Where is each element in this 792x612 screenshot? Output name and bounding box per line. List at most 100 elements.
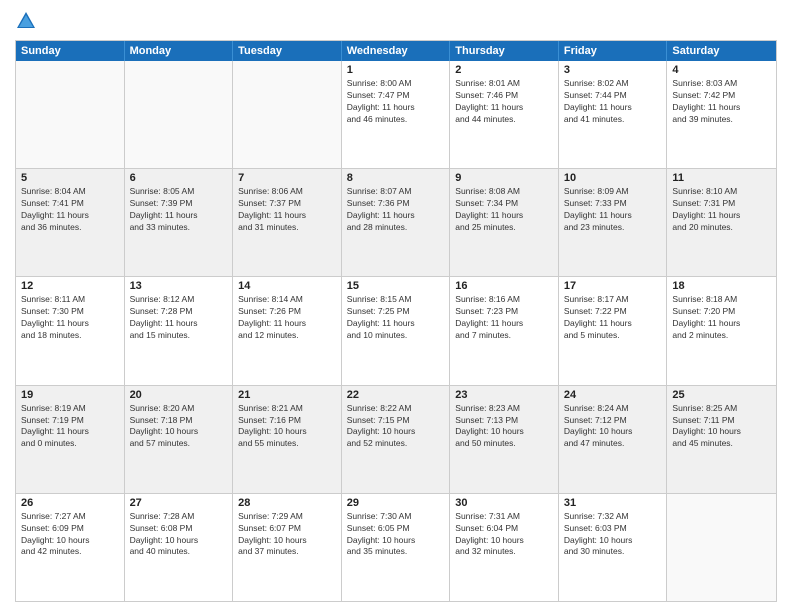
calendar-cell: 21Sunrise: 8:21 AMSunset: 7:16 PMDayligh…: [233, 386, 342, 493]
calendar-row-3: 19 Sunrise: 8:19 AMSunset: 7:19 PMDayligh…: [16, 385, 776, 493]
cell-text: Sunrise: 8:07 AMSunset: 7:36 PMDaylight:…: [347, 186, 445, 234]
calendar-cell: 31 Sunrise: 7:32 AMSunset: 6:03 PMDayligh…: [559, 494, 668, 601]
day-number: 8: [347, 172, 445, 184]
day-number: 11: [672, 172, 771, 184]
day-number: 4: [672, 64, 771, 76]
calendar-row-1: 5 Sunrise: 8:04 AMSunset: 7:41 PMDaylight…: [16, 168, 776, 276]
calendar-cell: 2 Sunrise: 8:01 AMSunset: 7:46 PMDaylight…: [450, 61, 559, 168]
calendar-cell: [667, 494, 776, 601]
calendar-row-2: 12 Sunrise: 8:11 AMSunset: 7:30 PMDayligh…: [16, 276, 776, 384]
calendar-cell: 14Sunrise: 8:14 AMSunset: 7:26 PMDayligh…: [233, 277, 342, 384]
day-number: 19: [21, 389, 119, 401]
cell-text: Sunrise: 7:32 AMSunset: 6:03 PMDaylight:…: [564, 511, 662, 559]
calendar-cell: 23Sunrise: 8:23 AMSunset: 7:13 PMDayligh…: [450, 386, 559, 493]
calendar-cell: 8 Sunrise: 8:07 AMSunset: 7:36 PMDaylight…: [342, 169, 451, 276]
day-number: 31: [564, 497, 662, 509]
day-number: 29: [347, 497, 445, 509]
cell-text: Sunrise: 8:19 AMSunset: 7:19 PMDaylight:…: [21, 403, 119, 451]
calendar-cell: 26 Sunrise: 7:27 AMSunset: 6:09 PMDayligh…: [16, 494, 125, 601]
day-number: 15: [347, 280, 445, 292]
calendar-cell: 7Sunrise: 8:06 AMSunset: 7:37 PMDaylight…: [233, 169, 342, 276]
day-number: 26: [21, 497, 119, 509]
cell-text: Sunrise: 8:01 AMSunset: 7:46 PMDaylight:…: [455, 78, 553, 126]
cell-text: Sunrise: 8:05 AMSunset: 7:39 PMDaylight:…: [130, 186, 228, 234]
cell-text: Sunrise: 8:22 AMSunset: 7:15 PMDaylight:…: [347, 403, 445, 451]
header-day-wednesday: Wednesday: [342, 41, 451, 61]
calendar-cell: 25Sunrise: 8:25 AMSunset: 7:11 PMDayligh…: [667, 386, 776, 493]
calendar-row-0: 1 Sunrise: 8:00 AMSunset: 7:47 PMDaylight…: [16, 61, 776, 168]
day-number: 20: [130, 389, 228, 401]
calendar-body: 1 Sunrise: 8:00 AMSunset: 7:47 PMDaylight…: [16, 61, 776, 601]
calendar: SundayMondayTuesdayWednesdayThursdayFrid…: [15, 40, 777, 602]
cell-text: Sunrise: 8:09 AMSunset: 7:33 PMDaylight:…: [564, 186, 662, 234]
day-number: 18: [672, 280, 771, 292]
day-number: 1: [347, 64, 445, 76]
cell-text: Sunrise: 8:18 AMSunset: 7:20 PMDaylight:…: [672, 294, 771, 342]
cell-text: Sunrise: 7:30 AMSunset: 6:05 PMDaylight:…: [347, 511, 445, 559]
day-number: 13: [130, 280, 228, 292]
cell-text: Sunrise: 8:10 AMSunset: 7:31 PMDaylight:…: [672, 186, 771, 234]
day-number: 27: [130, 497, 228, 509]
day-number: 17: [564, 280, 662, 292]
calendar-row-4: 26 Sunrise: 7:27 AMSunset: 6:09 PMDayligh…: [16, 493, 776, 601]
calendar-cell: 28 Sunrise: 7:29 AMSunset: 6:07 PMDayligh…: [233, 494, 342, 601]
cell-text: Sunrise: 8:00 AMSunset: 7:47 PMDaylight:…: [347, 78, 445, 126]
calendar-cell: 16Sunrise: 8:16 AMSunset: 7:23 PMDayligh…: [450, 277, 559, 384]
cell-text: Sunrise: 8:03 AMSunset: 7:42 PMDaylight:…: [672, 78, 771, 126]
header-day-saturday: Saturday: [667, 41, 776, 61]
day-number: 22: [347, 389, 445, 401]
calendar-cell: 4 Sunrise: 8:03 AMSunset: 7:42 PMDaylight…: [667, 61, 776, 168]
calendar-cell: 20 Sunrise: 8:20 AMSunset: 7:18 PMDayligh…: [125, 386, 234, 493]
cell-text: Sunrise: 8:02 AMSunset: 7:44 PMDaylight:…: [564, 78, 662, 126]
calendar-cell: [125, 61, 234, 168]
header-day-tuesday: Tuesday: [233, 41, 342, 61]
day-number: 9: [455, 172, 553, 184]
calendar-cell: 29 Sunrise: 7:30 AMSunset: 6:05 PMDayligh…: [342, 494, 451, 601]
calendar-cell: 6 Sunrise: 8:05 AMSunset: 7:39 PMDaylight…: [125, 169, 234, 276]
day-number: 5: [21, 172, 119, 184]
day-number: 30: [455, 497, 553, 509]
cell-text: Sunrise: 8:15 AMSunset: 7:25 PMDaylight:…: [347, 294, 445, 342]
calendar-cell: 5 Sunrise: 8:04 AMSunset: 7:41 PMDaylight…: [16, 169, 125, 276]
cell-text: Sunrise: 8:21 AMSunset: 7:16 PMDaylight:…: [238, 403, 336, 451]
cell-text: Sunrise: 8:16 AMSunset: 7:23 PMDaylight:…: [455, 294, 553, 342]
cell-text: Sunrise: 8:12 AMSunset: 7:28 PMDaylight:…: [130, 294, 228, 342]
cell-text: Sunrise: 7:31 AMSunset: 6:04 PMDaylight:…: [455, 511, 553, 559]
cell-text: Sunrise: 7:27 AMSunset: 6:09 PMDaylight:…: [21, 511, 119, 559]
cell-text: Sunrise: 8:04 AMSunset: 7:41 PMDaylight:…: [21, 186, 119, 234]
cell-text: Sunrise: 8:08 AMSunset: 7:34 PMDaylight:…: [455, 186, 553, 234]
day-number: 2: [455, 64, 553, 76]
calendar-cell: 9 Sunrise: 8:08 AMSunset: 7:34 PMDaylight…: [450, 169, 559, 276]
calendar-cell: 17 Sunrise: 8:17 AMSunset: 7:22 PMDayligh…: [559, 277, 668, 384]
calendar-cell: 10 Sunrise: 8:09 AMSunset: 7:33 PMDayligh…: [559, 169, 668, 276]
logo-icon: [15, 10, 37, 32]
header-day-sunday: Sunday: [16, 41, 125, 61]
cell-text: Sunrise: 8:17 AMSunset: 7:22 PMDaylight:…: [564, 294, 662, 342]
calendar-cell: 11 Sunrise: 8:10 AMSunset: 7:31 PMDayligh…: [667, 169, 776, 276]
cell-text: Sunrise: 8:11 AMSunset: 7:30 PMDaylight:…: [21, 294, 119, 342]
calendar-cell: 24Sunrise: 8:24 AMSunset: 7:12 PMDayligh…: [559, 386, 668, 493]
day-number: 6: [130, 172, 228, 184]
calendar-cell: 30 Sunrise: 7:31 AMSunset: 6:04 PMDayligh…: [450, 494, 559, 601]
header-day-monday: Monday: [125, 41, 234, 61]
cell-text: Sunrise: 7:29 AMSunset: 6:07 PMDaylight:…: [238, 511, 336, 559]
day-number: 23: [455, 389, 553, 401]
cell-text: Sunrise: 8:20 AMSunset: 7:18 PMDaylight:…: [130, 403, 228, 451]
calendar-cell: 27 Sunrise: 7:28 AMSunset: 6:08 PMDayligh…: [125, 494, 234, 601]
day-number: 10: [564, 172, 662, 184]
logo: [15, 10, 41, 32]
calendar-cell: [16, 61, 125, 168]
header-day-thursday: Thursday: [450, 41, 559, 61]
cell-text: Sunrise: 8:25 AMSunset: 7:11 PMDaylight:…: [672, 403, 771, 451]
cell-text: Sunrise: 8:14 AMSunset: 7:26 PMDaylight:…: [238, 294, 336, 342]
calendar-cell: 13 Sunrise: 8:12 AMSunset: 7:28 PMDayligh…: [125, 277, 234, 384]
calendar-cell: 3 Sunrise: 8:02 AMSunset: 7:44 PMDaylight…: [559, 61, 668, 168]
day-number: 7: [238, 172, 336, 184]
day-number: 3: [564, 64, 662, 76]
day-number: 12: [21, 280, 119, 292]
calendar-cell: 12 Sunrise: 8:11 AMSunset: 7:30 PMDayligh…: [16, 277, 125, 384]
day-number: 28: [238, 497, 336, 509]
calendar-cell: 15 Sunrise: 8:15 AMSunset: 7:25 PMDayligh…: [342, 277, 451, 384]
calendar-cell: [233, 61, 342, 168]
cell-text: Sunrise: 7:28 AMSunset: 6:08 PMDaylight:…: [130, 511, 228, 559]
